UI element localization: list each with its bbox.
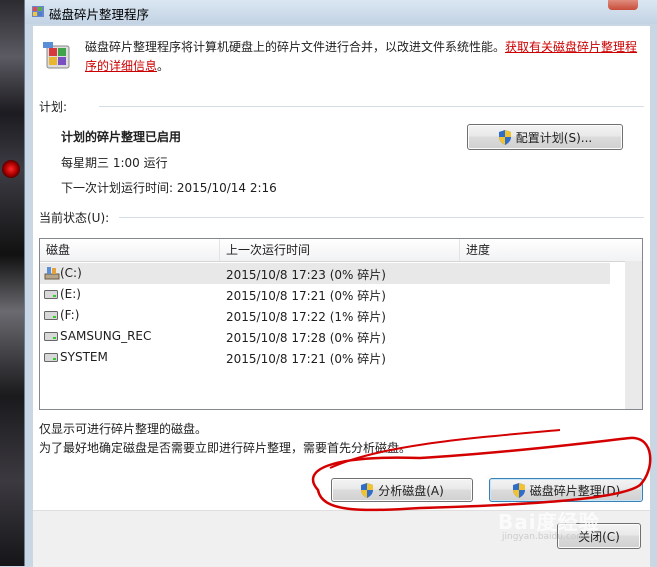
uac-shield-icon [498,129,511,145]
disk-last-run: 2015/10/8 17:22 (1% 碎片) [226,310,386,324]
baidu-watermark-url: jingyan.baidu.com [502,532,586,542]
schedule-status: 计划的碎片整理已启用 [61,130,182,144]
description-suffix: 。 [157,59,170,73]
drive-icon [44,311,58,320]
description: 磁盘碎片整理程序将计算机硬盘上的碎片文件进行合并，以改进文件系统性能。获取有关磁… [85,38,645,76]
configure-schedule-label: 配置计划(S)... [515,130,593,145]
drive-icon [44,290,58,299]
defragment-disk-button[interactable]: 磁盘碎片整理(D) [489,478,643,502]
column-header-last-run[interactable]: 上一次运行时间 [220,239,460,261]
disk-row[interactable]: (F:) 2015/10/8 17:22 (1% 碎片) [40,305,610,326]
configure-schedule-button[interactable]: 配置计划(S)... [467,124,623,150]
schedule-next-run: 下一次计划运行时间: 2015/10/14 2:16 [61,181,277,195]
disk-name: SYSTEM [60,350,108,364]
drive-icon [44,353,58,362]
disk-last-run: 2015/10/8 17:21 (0% 碎片) [226,352,386,366]
defrag-large-icon [43,42,70,69]
analyze-disk-label: 分析磁盘(A) [378,483,444,498]
defrag-window: 磁盘碎片整理程序 磁盘碎片整理程序将计算机硬盘上的碎片文件进行合并，以改进文件系… [24,0,657,567]
title-bar[interactable]: 磁盘碎片整理程序 [25,0,657,24]
defragment-disk-label: 磁盘碎片整理(D) [529,483,621,498]
schedule-section-label: 计划: [39,100,68,114]
schedule-frequency: 每星期三 1:00 运行 [61,156,168,170]
current-status-label: 当前状态(U): [39,211,110,225]
description-text: 磁盘碎片整理程序将计算机硬盘上的碎片文件进行合并，以改进文件系统性能。 [85,40,506,54]
client-area: 磁盘碎片整理程序将计算机硬盘上的碎片文件进行合并，以改进文件系统性能。获取有关磁… [33,26,650,567]
wallpaper-eye [2,160,20,178]
status-divider [119,217,644,218]
analyze-disk-button[interactable]: 分析磁盘(A) [331,478,473,502]
disk-name: SAMSUNG_REC [60,329,152,343]
uac-shield-icon [361,482,374,498]
disk-name: (C:) [60,266,82,280]
disk-row[interactable]: SAMSUNG_REC 2015/10/8 17:28 (0% 碎片) [40,326,610,347]
disk-row[interactable]: SYSTEM 2015/10/8 17:21 (0% 碎片) [40,347,610,368]
disk-row[interactable]: (E:) 2015/10/8 17:21 (0% 碎片) [40,284,610,305]
window-title: 磁盘碎片整理程序 [49,7,150,22]
disk-name: (E:) [60,287,81,301]
disk-list[interactable]: 磁盘 上一次运行时间 进度 (C:) 2015/10/8 17:23 (0% 碎… [39,238,643,410]
baidu-watermark: Bai度经验 [498,510,600,534]
disk-list-scrollbar[interactable] [625,261,642,409]
note-defragmentable: 仅显示可进行碎片整理的磁盘。 [39,422,208,436]
system-drive-icon [44,267,60,280]
window-close-button[interactable] [608,0,638,10]
note-analyze-first: 为了最好地确定磁盘是否需要立即进行碎片整理，需要首先分析磁盘。 [39,441,412,455]
disk-last-run: 2015/10/8 17:28 (0% 碎片) [226,331,386,345]
defrag-app-icon [32,6,44,17]
schedule-divider [99,106,644,107]
uac-shield-icon [512,482,525,498]
disk-list-header: 磁盘 上一次运行时间 进度 [40,239,642,262]
disk-last-run: 2015/10/8 17:23 (0% 碎片) [226,268,386,282]
disk-last-run: 2015/10/8 17:21 (0% 碎片) [226,289,386,303]
drive-icon [44,332,58,341]
disk-row[interactable]: (C:) 2015/10/8 17:23 (0% 碎片) [40,263,610,284]
column-header-progress[interactable]: 进度 [460,239,642,261]
disk-name: (F:) [60,308,80,322]
column-header-disk[interactable]: 磁盘 [40,239,220,261]
